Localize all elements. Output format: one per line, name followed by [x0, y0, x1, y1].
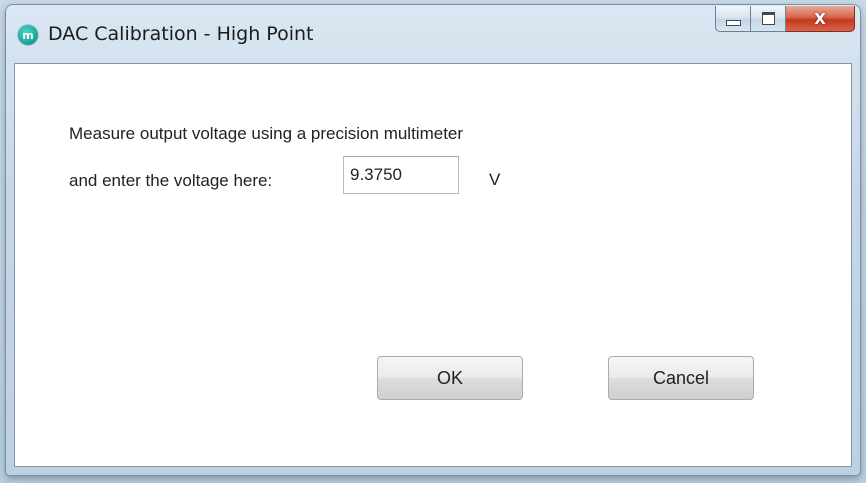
caption-buttons: X [715, 6, 855, 33]
ok-button[interactable]: OK [377, 356, 523, 400]
close-icon: X [814, 9, 826, 28]
dialog-body: Measure output voltage using a precision… [14, 63, 852, 467]
cancel-button[interactable]: Cancel [608, 356, 754, 400]
maximize-icon [761, 12, 775, 25]
close-button[interactable]: X [786, 6, 855, 32]
minimize-button[interactable] [715, 6, 751, 32]
window-title: DAC Calibration - High Point [48, 23, 314, 45]
maximize-button[interactable] [751, 6, 786, 32]
minimize-icon [725, 20, 741, 26]
voltage-prompt-label: and enter the voltage here: [69, 171, 273, 190]
title-bar[interactable]: m DAC Calibration - High Point X [6, 5, 860, 63]
app-logo-icon: m [18, 25, 38, 45]
dialog-window: m DAC Calibration - High Point X Measure… [6, 5, 860, 475]
app-logo-glyph: m [22, 28, 34, 42]
voltage-unit-label: V [489, 170, 501, 189]
instruction-text: Measure output voltage using a precision… [69, 124, 464, 143]
voltage-input[interactable] [343, 156, 459, 194]
